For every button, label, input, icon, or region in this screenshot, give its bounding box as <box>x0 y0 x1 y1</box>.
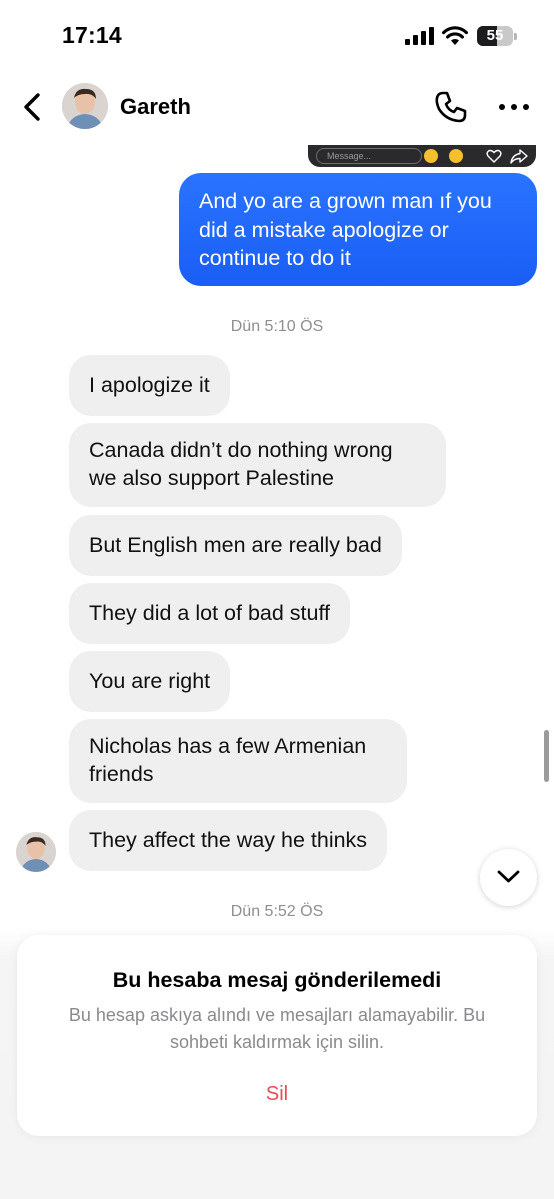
phone-call-icon[interactable] <box>434 90 468 124</box>
scrollbar[interactable] <box>544 730 549 782</box>
incoming-message[interactable]: Nicholas has a few Armenian friends <box>69 719 407 803</box>
heart-eyes-emoji-icon <box>424 149 438 163</box>
person-photo-icon <box>62 83 108 129</box>
status-time: 17:14 <box>62 22 122 48</box>
message-timestamp: Dün 5:52 ÖS <box>230 903 324 920</box>
story-message-field: Message... <box>316 148 422 164</box>
contact-name[interactable]: Gareth <box>120 94 191 120</box>
scroll-to-bottom-button[interactable] <box>480 849 537 906</box>
heart-icon <box>486 149 502 163</box>
delete-chat-button[interactable]: Sil <box>17 1083 537 1106</box>
story-reply-preview[interactable]: Message... <box>308 145 536 167</box>
incoming-message[interactable]: They affect the way he thinks <box>69 810 388 871</box>
notice-body: Bu hesap askıya alındı ve mesajları alam… <box>68 1005 486 1052</box>
more-options-icon[interactable] <box>498 102 530 112</box>
chevron-down-icon <box>497 870 520 883</box>
person-photo-icon <box>16 832 56 872</box>
sender-avatar[interactable] <box>16 832 56 872</box>
message-timestamp: Dün 5:10 ÖS <box>230 318 324 335</box>
wifi-icon <box>442 26 468 45</box>
status-bar: 17:14 55 <box>0 0 554 72</box>
account-suspended-notice: Bu hesaba mesaj gönderilemedi Bu hesap a… <box>17 935 537 1136</box>
cellular-signal-icon <box>405 27 434 45</box>
battery-icon: 55 <box>477 26 517 46</box>
incoming-message[interactable]: But English men are really bad <box>69 515 402 576</box>
incoming-message[interactable]: Canada didn’t do nothing wrong we also s… <box>69 423 446 507</box>
battery-level: 55 <box>486 27 504 44</box>
contact-avatar[interactable] <box>62 83 108 129</box>
notice-title: Bu hesaba mesaj gönderilemedi <box>112 968 442 992</box>
outgoing-message[interactable]: And yo are a grown man ıf you did a mist… <box>179 173 537 286</box>
incoming-message[interactable]: You are right <box>69 651 231 712</box>
chat-header: Gareth <box>0 72 554 142</box>
incoming-message[interactable]: They did a lot of bad stuff <box>69 583 351 644</box>
back-button[interactable] <box>18 90 48 124</box>
laughing-emoji-icon <box>449 149 463 163</box>
share-icon <box>510 149 528 164</box>
incoming-message[interactable]: I apologize it <box>69 355 230 416</box>
